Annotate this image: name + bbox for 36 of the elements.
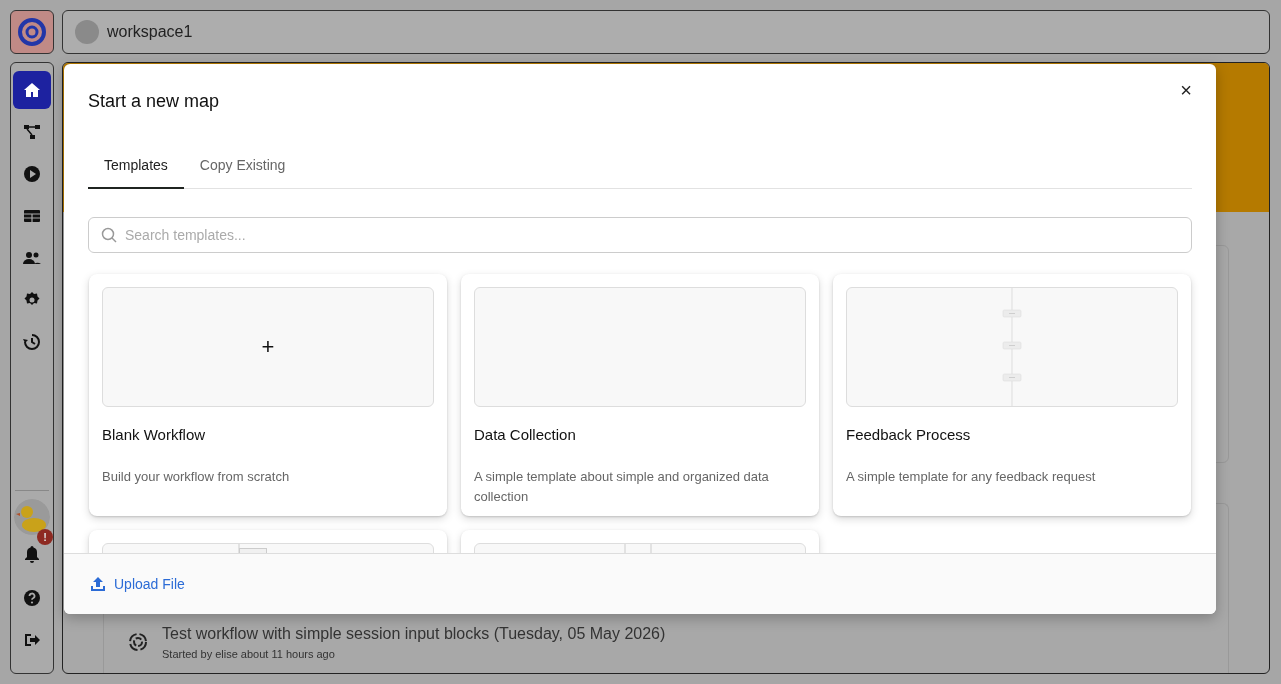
modal-title: Start a new map: [88, 91, 220, 113]
workspace-avatar: [75, 20, 99, 44]
notification-badge: !: [37, 529, 53, 545]
template-card[interactable]: Feedback Process A simple template for any feedback request: [833, 274, 1191, 516]
workflow-subtitle: Started by elise about 11 hours ago: [162, 647, 336, 662]
app-logo[interactable]: [10, 10, 54, 54]
workspace-name[interactable]: workspace1: [107, 20, 193, 44]
search-icon: [101, 227, 117, 243]
search-field[interactable]: Search templates...: [88, 217, 1192, 253]
template-title: Blank Workflow: [102, 425, 207, 445]
add-symbol: +: [261, 336, 275, 358]
home-icon: [23, 81, 41, 99]
template-description: A simple template about simple and organized data collection: [474, 467, 770, 506]
logo-icon: [17, 17, 47, 47]
upload-icon: [90, 576, 106, 592]
tab[interactable]: Copy Existing: [183, 147, 302, 189]
tab[interactable]: Templates: [88, 147, 184, 189]
template-card[interactable]: Data Collection A simple template about simple and organized data collection: [461, 274, 819, 516]
table-icon: [23, 207, 41, 225]
template-title: Feedback Process: [846, 425, 972, 445]
template-description: Build your workflow from scratch: [102, 467, 291, 486]
user-avatar[interactable]: [14, 499, 50, 535]
bell-icon[interactable]: [23, 544, 41, 563]
help-icon: [23, 589, 41, 607]
template-card[interactable]: + Blank Workflow Build your workflow from scratch: [89, 274, 447, 516]
logout-icon: [23, 631, 41, 649]
template-title: Data Collection: [474, 425, 577, 445]
users-icon: [23, 249, 41, 267]
history-icon: [23, 333, 41, 351]
hierarchy-icon: [23, 123, 41, 141]
play-icon: [23, 165, 41, 183]
close-button[interactable]: ×: [1176, 78, 1196, 102]
workflow-title[interactable]: Test workflow with simple session input blocks (Tuesday, 05 May 2026): [162, 622, 666, 646]
sidebar-nav-button[interactable]: [13, 71, 51, 109]
template-description: A simple template for any feedback request: [846, 467, 1097, 486]
upload-file-link[interactable]: Upload File: [90, 573, 185, 595]
